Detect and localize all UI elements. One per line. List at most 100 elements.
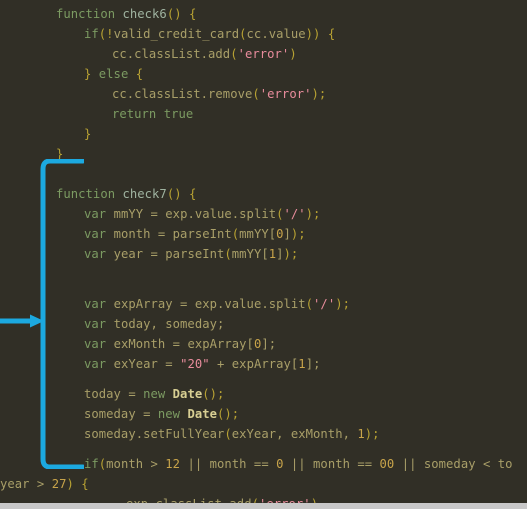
code-token: var [84, 317, 107, 331]
code-line[interactable]: exp.classList.add('error') [0, 494, 527, 503]
code-token: else [98, 67, 129, 81]
code-token: cc.value [246, 27, 306, 41]
code-token: exMonth [113, 337, 166, 351]
code-token: var [84, 207, 107, 221]
code-line[interactable]: var exMonth = expArray[0]; [0, 334, 527, 354]
code-token: Date [172, 387, 203, 401]
code-token: } [56, 147, 64, 161]
code-token: ( [230, 47, 238, 61]
code-editor-surface[interactable]: function check6() {if(!valid_credit_card… [0, 0, 527, 503]
code-token: } [84, 127, 92, 141]
code-token: mmYY[ [239, 227, 277, 241]
code-token: valid_credit_card [113, 27, 240, 41]
code-token: var [84, 247, 107, 261]
code-token: var [84, 357, 107, 371]
code-token: ]; [305, 357, 321, 371]
code-token: someday.setFullYear [84, 427, 225, 441]
code-token: )) { [305, 27, 336, 41]
code-line[interactable]: year > 27) { [0, 474, 527, 494]
code-line[interactable]: function check6() { [0, 4, 527, 24]
code-token: = [135, 407, 158, 421]
code-line[interactable]: } else { [0, 64, 527, 84]
code-token: || month == [283, 457, 380, 471]
code-token: ) { [66, 477, 89, 491]
code-token: ); [305, 207, 321, 221]
code-token: ); [283, 247, 299, 261]
code-line[interactable] [0, 264, 527, 284]
code-token: if [84, 457, 99, 471]
code-token: expArray[ [187, 337, 254, 351]
code-token: today, someday; [113, 317, 225, 331]
code-line[interactable]: } [0, 124, 527, 144]
code-token: exYear [113, 357, 158, 371]
code-line[interactable]: cc.classList.remove('error'); [0, 84, 527, 104]
code-token: true [163, 107, 194, 121]
code-token: ); [335, 297, 350, 311]
code-line[interactable]: if(month > 12 || month == 0 || month == … [0, 454, 527, 474]
code-token: ( [224, 427, 232, 441]
code-token: ( [305, 297, 314, 311]
code-token: exp.value.split [194, 297, 306, 311]
code-token: new [143, 387, 166, 401]
code-line[interactable]: } [0, 144, 527, 164]
code-line[interactable]: function check7() { [0, 184, 527, 204]
code-token: ); [364, 427, 380, 441]
code-token: return [112, 107, 157, 121]
code-token: 1 [357, 427, 365, 441]
code-token: expArray[ [231, 357, 299, 371]
code-line[interactable]: var expArray = exp.value.split('/'); [0, 294, 527, 314]
code-line[interactable]: var exYear = "20" + expArray[1]; [0, 354, 527, 374]
code-line[interactable]: return true [0, 104, 527, 124]
code-line[interactable]: var month = parseInt(mmYY[0]); [0, 224, 527, 244]
code-token: ( [252, 87, 260, 101]
code-token: check6 [122, 7, 167, 21]
code-token: ] [283, 227, 291, 241]
code-token: cc.classList.add [112, 47, 231, 61]
horizontal-scrollbar[interactable] [0, 503, 527, 509]
code-token: function [56, 7, 116, 21]
code-token: ] [276, 247, 284, 261]
code-token: = [157, 357, 181, 371]
code-token: exp.value.split [165, 207, 277, 221]
code-token: expArray [113, 297, 173, 311]
code-line[interactable]: var mmYY = exp.value.split('/'); [0, 204, 527, 224]
code-token: 00 [379, 457, 395, 471]
code-token: cc.classList.remove [112, 87, 253, 101]
code-token: check7 [122, 187, 167, 201]
code-token: || someday < to [394, 457, 513, 471]
code-token: '/' [313, 297, 336, 311]
code-line[interactable] [0, 164, 527, 184]
code-token: someday [84, 407, 136, 421]
code-line[interactable]: someday.setFullYear(exYear, exMonth, 1); [0, 424, 527, 444]
code-token: = [120, 387, 144, 401]
code-token: = [143, 247, 166, 261]
code-token: today [84, 387, 121, 401]
code-token: ( [224, 247, 232, 261]
code-token: 1 [298, 357, 306, 371]
code-line[interactable]: var today, someday; [0, 314, 527, 334]
code-line[interactable]: someday = new Date(); [0, 404, 527, 424]
code-token: 0 [276, 227, 284, 241]
code-token: (); [202, 387, 225, 401]
code-line[interactable]: var year = parseInt(mmYY[1]); [0, 244, 527, 264]
code-token: 'error' [237, 47, 290, 61]
code-line[interactable]: cc.classList.add('error') [0, 44, 527, 64]
code-token: month > [106, 457, 166, 471]
code-token: 0 [276, 457, 284, 471]
code-token: exYear, exMonth, [231, 427, 358, 441]
code-token: () { [166, 7, 197, 21]
code-line[interactable]: today = new Date(); [0, 384, 527, 404]
code-token: ); [290, 227, 306, 241]
code-token: parseInt [165, 247, 225, 261]
code-line[interactable]: if(!valid_credit_card(cc.value)) { [0, 24, 527, 44]
horizontal-scrollbar-thumb[interactable] [0, 503, 330, 509]
code-token: ]; [261, 337, 277, 351]
